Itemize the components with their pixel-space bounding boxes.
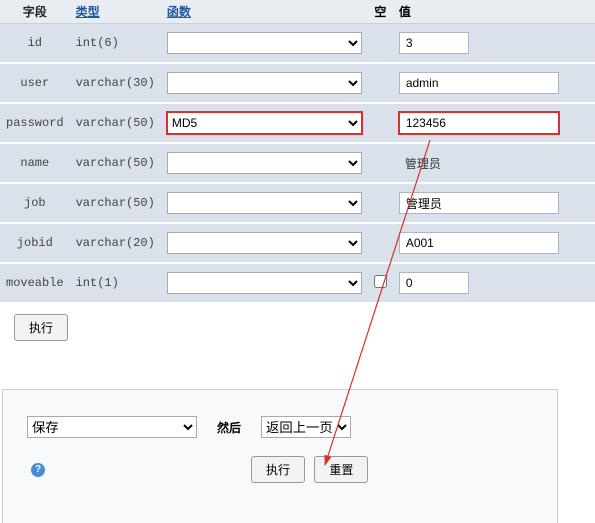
table-row: passwordvarchar(50) MD5: [0, 103, 595, 143]
table-row: namevarchar(50) 管理员: [0, 143, 595, 183]
field-name: job: [0, 183, 70, 223]
value-input[interactable]: [399, 232, 559, 254]
field-name: name: [0, 143, 70, 183]
value-input[interactable]: [399, 72, 559, 94]
field-type: int(1): [70, 263, 161, 303]
field-type: int(6): [70, 24, 161, 64]
execute-button-top[interactable]: 执行: [14, 314, 68, 341]
table-row: jobvarchar(50): [0, 183, 595, 223]
function-select[interactable]: [167, 152, 362, 174]
value-input[interactable]: [399, 112, 559, 134]
action-sub-select[interactable]: 返回上一页: [261, 416, 351, 438]
header-value: 值: [393, 0, 595, 24]
value-input[interactable]: [399, 32, 469, 54]
field-type: varchar(50): [70, 183, 161, 223]
header-field: 字段: [0, 0, 70, 24]
field-name: password: [0, 103, 70, 143]
table-row: idint(6): [0, 24, 595, 64]
function-select[interactable]: [167, 32, 362, 54]
header-null: 空: [368, 0, 393, 24]
field-type: varchar(30): [70, 63, 161, 103]
function-select[interactable]: [167, 192, 362, 214]
field-name: jobid: [0, 223, 70, 263]
reset-button[interactable]: 重置: [314, 456, 368, 483]
value-input[interactable]: [399, 192, 559, 214]
function-select[interactable]: [167, 272, 362, 294]
null-checkbox[interactable]: [374, 275, 387, 288]
help-icon[interactable]: ?: [31, 463, 45, 477]
field-type: varchar(20): [70, 223, 161, 263]
function-select[interactable]: [167, 72, 362, 94]
field-name: id: [0, 24, 70, 64]
header-func-link[interactable]: 函数: [167, 5, 191, 19]
execute-button-bottom[interactable]: 执行: [251, 456, 305, 483]
table-row: moveableint(1): [0, 263, 595, 303]
footer-panel: 保存 然后 返回上一页 ? 执行 重置: [2, 389, 558, 523]
table-row: uservarchar(30): [0, 63, 595, 103]
action-main-select[interactable]: 保存: [27, 416, 197, 438]
field-name: moveable: [0, 263, 70, 303]
then-label: 然后: [217, 419, 241, 436]
field-name: user: [0, 63, 70, 103]
header-type-link[interactable]: 类型: [76, 6, 100, 20]
function-select[interactable]: MD5: [167, 112, 362, 134]
table-row: jobidvarchar(20): [0, 223, 595, 263]
value-input[interactable]: [399, 272, 469, 294]
function-select[interactable]: [167, 232, 362, 254]
field-type: varchar(50): [70, 103, 161, 143]
value-static: 管理员: [399, 155, 447, 173]
field-type: varchar(50): [70, 143, 161, 183]
